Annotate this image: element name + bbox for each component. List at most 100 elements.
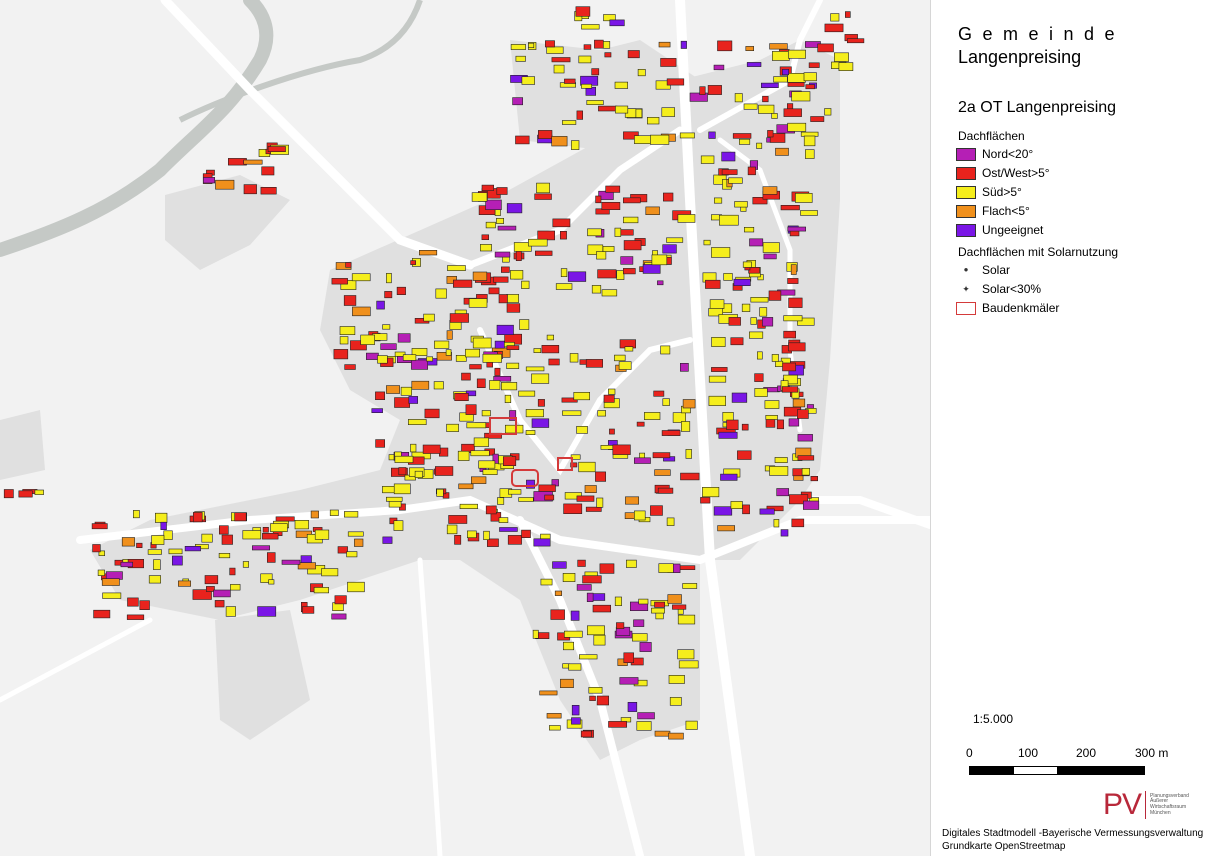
building-roof (242, 561, 249, 568)
settlement-area-sportsground (215, 610, 310, 740)
building-roof (139, 600, 150, 611)
scale-tick-100: 100 (1018, 746, 1039, 760)
building-roof (458, 483, 474, 490)
building-roof (121, 537, 135, 547)
building-roof (310, 510, 319, 519)
road-west-field (0, 617, 153, 703)
building-roof (700, 155, 715, 164)
legend-item-label: Baudenkmäler (982, 301, 1060, 315)
building-roof (721, 151, 736, 162)
building-roof (769, 466, 789, 476)
building-roof (488, 287, 500, 295)
building-roof (677, 649, 695, 660)
building-roof (270, 523, 288, 532)
building-roof (434, 466, 454, 476)
building-roof (3, 489, 14, 499)
building-roof (645, 206, 660, 215)
building-roof (666, 78, 685, 86)
building-roof (448, 515, 468, 524)
building-roof (762, 242, 780, 253)
building-roof (746, 62, 762, 67)
building-roof (365, 352, 379, 360)
building-roof (466, 422, 487, 429)
scale-segment (1013, 767, 1057, 774)
building-roof (796, 409, 809, 419)
building-roof (168, 548, 183, 555)
building-roof (666, 237, 684, 243)
building-roof (788, 342, 806, 352)
building-roof (482, 469, 498, 476)
building-roof (793, 475, 804, 481)
map-canvas[interactable] (0, 0, 930, 856)
building-roof (562, 641, 574, 651)
building-roof (531, 418, 550, 428)
building-roof (765, 414, 778, 420)
building-roof (485, 199, 502, 210)
building-roof (711, 367, 728, 372)
building-roof (160, 521, 167, 531)
building-roof (504, 424, 524, 434)
building-roof (762, 317, 774, 327)
building-roof (515, 135, 530, 145)
building-roof (602, 41, 611, 49)
building-roof (481, 184, 494, 191)
building-roof (717, 525, 735, 532)
building-roof (408, 396, 418, 404)
building-roof (808, 62, 820, 68)
building-roof (546, 713, 562, 719)
building-roof (650, 134, 670, 145)
building-roof (586, 592, 594, 602)
building-roof (571, 140, 580, 150)
building-roof (422, 444, 441, 454)
building-roof (436, 488, 444, 497)
building-roof (651, 254, 668, 266)
building-roof (578, 654, 598, 660)
building-roof (402, 354, 417, 361)
building-roof (382, 324, 391, 330)
building-roof (773, 76, 788, 83)
building-roof (568, 663, 582, 671)
building-roof (788, 49, 806, 59)
logo-divider (1145, 791, 1147, 819)
building-roof (242, 530, 262, 540)
building-roof (281, 559, 301, 565)
building-roof (754, 373, 764, 382)
building-roof (846, 38, 865, 44)
building-roof (677, 614, 696, 625)
building-roof (682, 399, 696, 409)
building-roof (654, 730, 671, 737)
credit-basemap: Grundkarte OpenStreetmap (942, 841, 1066, 852)
building-roof (595, 195, 602, 204)
building-roof (759, 307, 768, 317)
building-roof (782, 362, 796, 372)
building-roof (633, 510, 646, 521)
building-roof (605, 185, 621, 193)
building-roof (637, 69, 646, 77)
scale-tick-200: 200 (1076, 746, 1097, 760)
building-roof (679, 362, 689, 372)
building-roof (203, 177, 216, 184)
building-roof (384, 291, 393, 299)
building-roof (151, 535, 165, 545)
building-roof (510, 44, 526, 50)
scale-bar (969, 766, 1145, 775)
building-roof (297, 562, 316, 570)
municipality-name: Langenpreising (958, 47, 1082, 67)
building-roof (531, 373, 550, 384)
building-roof (633, 619, 645, 627)
building-roof (346, 551, 358, 558)
legend-item-solar-partial: ✦ Solar<30% (956, 281, 1041, 297)
building-roof (347, 531, 364, 537)
building-roof (717, 40, 733, 52)
building-roof (582, 575, 602, 584)
building-roof (485, 221, 496, 229)
building-roof (603, 394, 615, 403)
municipality-label: Gemeinde (958, 24, 1126, 44)
building-roof (672, 604, 687, 610)
building-roof (532, 629, 539, 639)
building-roof (512, 97, 523, 106)
building-roof (651, 607, 665, 614)
scale-segment (1100, 767, 1144, 774)
building-roof (229, 567, 236, 576)
building-roof (252, 545, 271, 551)
